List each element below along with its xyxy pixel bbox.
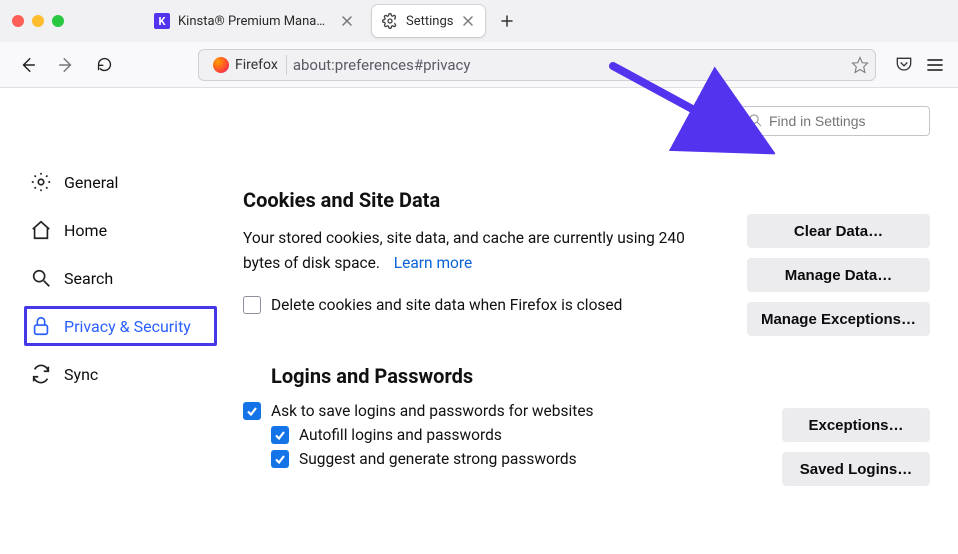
home-icon [30, 219, 52, 241]
tab-settings[interactable]: Settings [372, 5, 485, 37]
logins-actions: Exceptions… Saved Logins… [782, 408, 930, 486]
checkbox-label: Ask to save logins and passwords for web… [271, 402, 594, 420]
gear-icon [30, 171, 52, 193]
manage-data-button[interactable]: Manage Data… [747, 258, 930, 292]
bookmark-star-icon[interactable] [851, 56, 869, 74]
kinsta-favicon: K [154, 13, 170, 29]
forward-button[interactable] [52, 51, 80, 79]
sidebar-item-privacy[interactable]: Privacy & Security [24, 306, 217, 346]
checkbox-icon[interactable] [243, 296, 261, 314]
learn-more-link[interactable]: Learn more [394, 254, 472, 272]
pocket-icon[interactable] [894, 55, 914, 75]
back-button[interactable] [14, 51, 42, 79]
categories-sidebar: General Home Search Privacy & Security S… [0, 88, 235, 554]
checkbox-icon[interactable] [243, 402, 261, 420]
firefox-icon [213, 57, 229, 73]
url-bar[interactable]: Firefox about:preferences#privacy [198, 49, 876, 81]
identity-box[interactable]: Firefox [205, 55, 287, 75]
saved-logins-button[interactable]: Saved Logins… [782, 452, 930, 486]
checkbox-label: Suggest and generate strong passwords [299, 450, 577, 468]
lock-icon [30, 315, 52, 337]
reload-button[interactable] [90, 51, 118, 79]
checkbox-label: Delete cookies and site data when Firefo… [271, 296, 622, 314]
close-icon[interactable] [461, 14, 475, 28]
clear-data-button[interactable]: Clear Data… [747, 214, 930, 248]
url-text: about:preferences#privacy [293, 56, 845, 74]
sidebar-item-search[interactable]: Search [24, 258, 217, 298]
cookies-actions: Clear Data… Manage Data… Manage Exceptio… [747, 214, 930, 336]
close-icon[interactable] [340, 14, 354, 28]
sidebar-item-label: Sync [64, 365, 98, 384]
sidebar-item-label: Privacy & Security [64, 317, 191, 336]
logins-exceptions-button[interactable]: Exceptions… [782, 408, 930, 442]
sidebar-item-home[interactable]: Home [24, 210, 217, 250]
sync-icon [30, 363, 52, 385]
plus-icon [500, 14, 514, 28]
section-heading: Logins and Passwords [271, 364, 930, 388]
nav-toolbar: Firefox about:preferences#privacy [0, 42, 958, 88]
identity-label: Firefox [235, 57, 278, 73]
checkbox-label: Autofill logins and passwords [299, 426, 502, 444]
tab-label: Settings [406, 14, 453, 29]
tabstrip: K Kinsta® Premium Managed Word Settings [144, 5, 946, 37]
tab-label: Kinsta® Premium Managed Word [178, 14, 332, 29]
main-pane: Cookies and Site Data Your stored cookie… [235, 88, 958, 554]
window-titlebar: K Kinsta® Premium Managed Word Settings [0, 0, 958, 42]
manage-exceptions-button[interactable]: Manage Exceptions… [747, 302, 930, 336]
section-heading: Cookies and Site Data [243, 188, 930, 212]
sidebar-item-general[interactable]: General [24, 162, 217, 202]
sidebar-item-sync[interactable]: Sync [24, 354, 217, 394]
sidebar-item-label: General [64, 173, 118, 192]
arrow-right-icon [57, 56, 75, 74]
checkbox-icon[interactable] [271, 450, 289, 468]
window-minimize-button[interactable] [32, 15, 44, 27]
checkbox-icon[interactable] [271, 426, 289, 444]
arrow-left-icon [19, 56, 37, 74]
window-maximize-button[interactable] [52, 15, 64, 27]
tab-kinsta[interactable]: K Kinsta® Premium Managed Word [144, 5, 364, 37]
sidebar-item-label: Search [64, 269, 113, 288]
cookies-description: Your stored cookies, site data, and cach… [243, 226, 723, 276]
window-close-button[interactable] [12, 15, 24, 27]
gear-icon [382, 13, 398, 29]
reload-icon [96, 56, 113, 73]
window-controls [12, 15, 64, 27]
menu-icon[interactable] [926, 56, 944, 74]
new-tab-button[interactable] [493, 7, 521, 35]
sidebar-item-label: Home [64, 221, 107, 240]
preferences-page: General Home Search Privacy & Security S… [0, 88, 958, 554]
search-icon [30, 267, 52, 289]
